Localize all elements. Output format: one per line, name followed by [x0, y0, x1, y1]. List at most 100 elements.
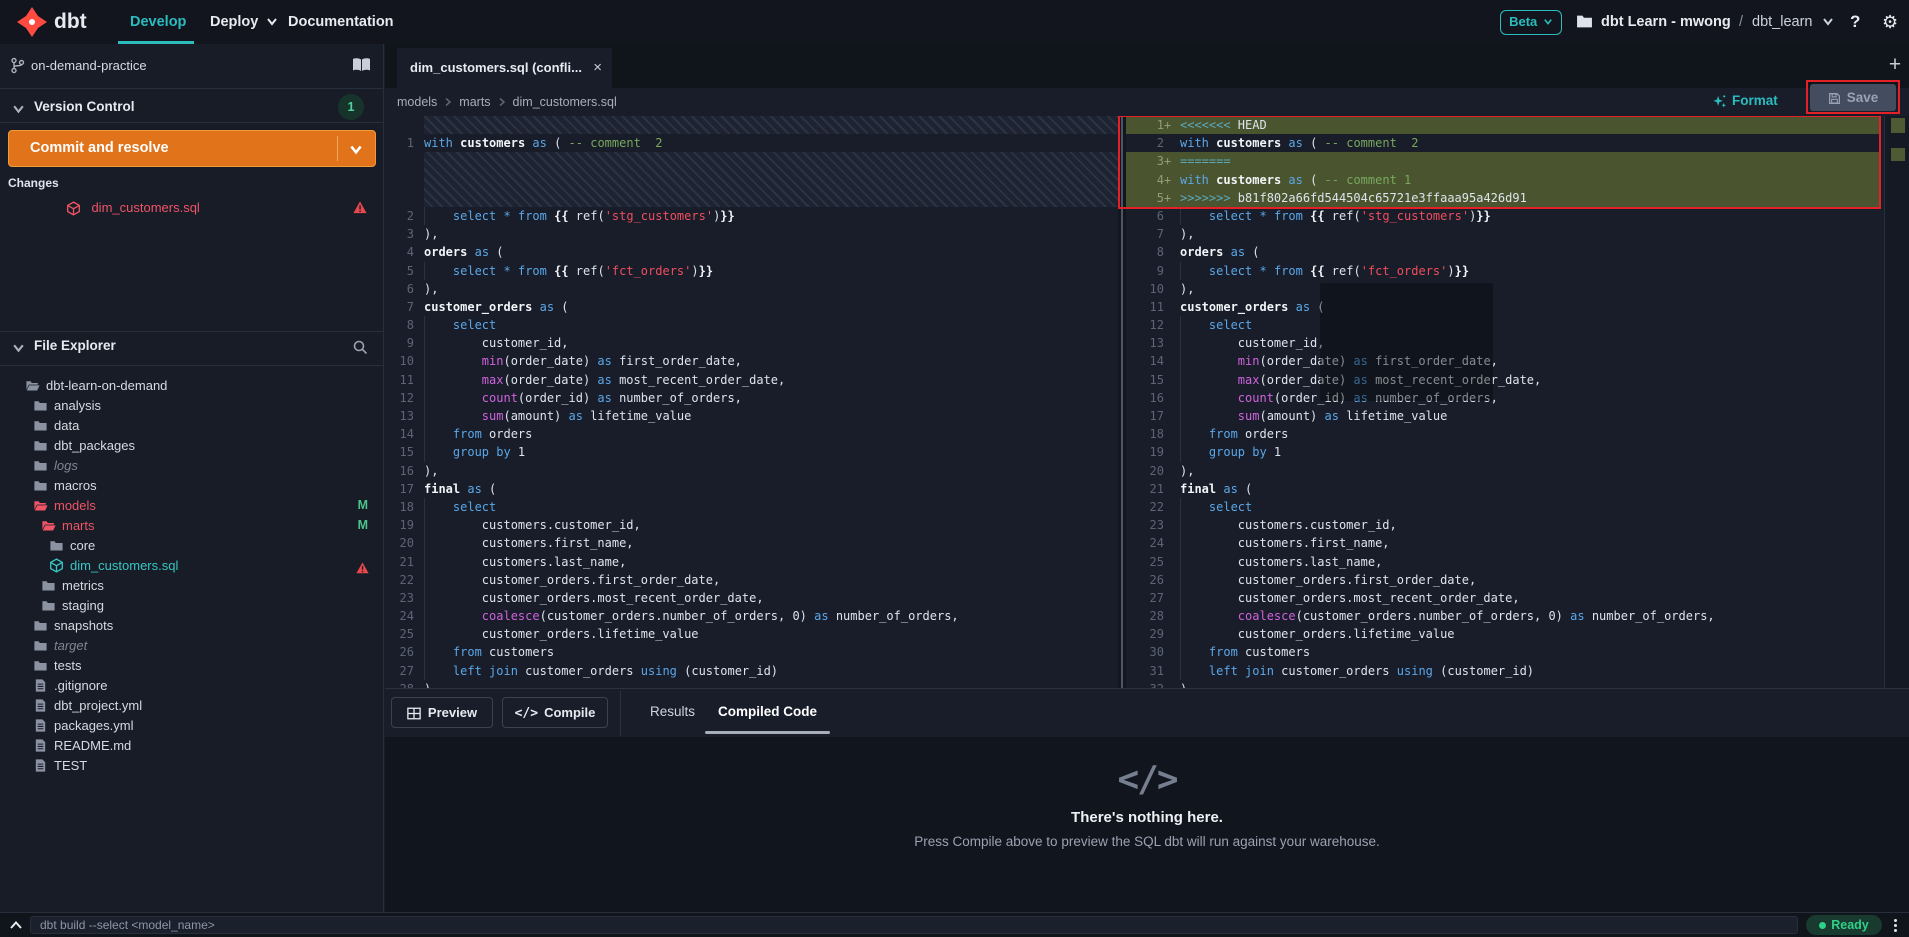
code-line-right-28[interactable]: 28 coalesce(customer_orders.number_of_or… [1126, 607, 1879, 625]
code-line-right-8[interactable]: 8orders as ( [1126, 243, 1879, 261]
code-line-right-11[interactable]: 11customer_orders as ( [1126, 298, 1879, 316]
code-line-right-6[interactable]: 6 select * from {{ ref('stg_customers')}… [1126, 207, 1879, 225]
file-tree-item-dim_customers.sql[interactable]: dim_customers.sql [0, 555, 384, 575]
code-line-right-3[interactable]: 3+======= [1126, 152, 1879, 170]
branch-name[interactable]: on-demand-practice [31, 58, 147, 73]
code-line-left-2[interactable]: 2 select * from {{ ref('stg_customers')}… [385, 207, 1118, 225]
code-line-right-20[interactable]: 20), [1126, 462, 1879, 480]
code-line-left-11[interactable]: 11 max(order_date) as most_recent_order_… [385, 371, 1118, 389]
code-line-right-26[interactable]: 26 customer_orders.first_order_date, [1126, 571, 1879, 589]
file-tree-item-macros[interactable]: macros [0, 475, 384, 495]
file-tree-item-TEST[interactable]: TEST [0, 755, 384, 775]
code-line-right-25[interactable]: 25 customers.last_name, [1126, 553, 1879, 571]
file-tree-item-tests[interactable]: tests [0, 655, 384, 675]
file-tree-item-core[interactable]: core [0, 535, 384, 555]
new-tab-button[interactable]: + [1882, 52, 1908, 78]
format-button[interactable]: Format [1712, 88, 1778, 114]
nav-deploy[interactable]: Deploy [210, 0, 258, 44]
code-line-right-4[interactable]: 4+with customers as ( -- comment 1 [1126, 171, 1879, 189]
code-line-left-12[interactable]: 12 count(order_id) as number_of_orders, [385, 389, 1118, 407]
code-line-right-14[interactable]: 14 min(order_date) as first_order_date, [1126, 352, 1879, 370]
file-tree-item-logs[interactable]: logs [0, 455, 384, 475]
code-line-right-17[interactable]: 17 sum(amount) as lifetime_value [1126, 407, 1879, 425]
code-line-left-26[interactable]: 26 from customers [385, 643, 1118, 661]
code-line-left-13[interactable]: 13 sum(amount) as lifetime_value [385, 407, 1118, 425]
code-line-right-13[interactable]: 13 customer_id, [1126, 334, 1879, 352]
code-line-left-14[interactable]: 14 from orders [385, 425, 1118, 443]
code-line-left-25[interactable]: 25 customer_orders.lifetime_value [385, 625, 1118, 643]
preview-button[interactable]: Preview [391, 697, 493, 728]
code-line-left-4[interactable]: 4orders as ( [385, 243, 1118, 261]
code-line-left-27[interactable]: 27 left join customer_orders using (cust… [385, 662, 1118, 680]
changed-file-row[interactable]: dim_customers.sql [0, 198, 384, 218]
editor-pane-diff[interactable]: 1+<<<<<<< HEAD2with customers as ( -- co… [1126, 116, 1879, 688]
file-tree-item-staging[interactable]: staging [0, 595, 384, 615]
code-line-left-20[interactable]: 20 customers.first_name, [385, 534, 1118, 552]
file-tree-item-data[interactable]: data [0, 415, 384, 435]
file-tree-item-target[interactable]: target [0, 635, 384, 655]
code-line-left-5[interactable]: 5 select * from {{ ref('fct_orders')}} [385, 262, 1118, 280]
file-tree-item-metrics[interactable]: metrics [0, 575, 384, 595]
code-line-left-7[interactable]: 7customer_orders as ( [385, 298, 1118, 316]
compile-button[interactable]: </>Compile [502, 697, 608, 728]
code-line-left-6[interactable]: 6), [385, 280, 1118, 298]
code-line-left-3[interactable]: 3), [385, 225, 1118, 243]
code-line-left-8[interactable]: 8 select [385, 316, 1118, 334]
docs-book-icon[interactable] [352, 57, 371, 73]
version-control-header[interactable]: Version Control [34, 99, 135, 114]
tab-dim-customers[interactable]: dim_customers.sql (confli... × [397, 48, 612, 88]
kebab-menu-icon[interactable] [1890, 917, 1900, 934]
dbt-logo-icon[interactable] [16, 6, 48, 38]
project-name[interactable]: dbt_learn [1752, 0, 1812, 44]
file-tree-item-analysis[interactable]: analysis [0, 395, 384, 415]
code-line-right-2[interactable]: 2with customers as ( -- comment 2 [1126, 134, 1879, 152]
code-line-left-28[interactable]: 28) [385, 680, 1118, 688]
code-line-right-9[interactable]: 9 select * from {{ ref('fct_orders')}} [1126, 262, 1879, 280]
file-tree-item-README.md[interactable]: README.md [0, 735, 384, 755]
chevron-down-icon[interactable] [1822, 17, 1834, 27]
code-line-right-18[interactable]: 18 from orders [1126, 425, 1879, 443]
tab-compiled-code[interactable]: Compiled Code [710, 689, 825, 735]
code-line-right-23[interactable]: 23 customers.customer_id, [1126, 516, 1879, 534]
nav-develop[interactable]: Develop [130, 0, 186, 44]
code-line-right-30[interactable]: 30 from customers [1126, 643, 1879, 661]
code-line-left-23[interactable]: 23 customer_orders.most_recent_order_dat… [385, 589, 1118, 607]
dbt-logo-text[interactable]: dbt [54, 0, 87, 44]
code-line-right-1[interactable]: 1+<<<<<<< HEAD [1126, 116, 1879, 134]
code-line-right-15[interactable]: 15 max(order_date) as most_recent_order_… [1126, 371, 1879, 389]
gear-icon[interactable]: ⚙ [1882, 0, 1898, 44]
code-line-right-7[interactable]: 7), [1126, 225, 1879, 243]
code-line-right-12[interactable]: 12 select [1126, 316, 1879, 334]
save-button[interactable]: Save [1810, 84, 1896, 111]
chevron-down-icon[interactable] [12, 343, 25, 354]
chevron-down-icon[interactable] [349, 144, 363, 156]
breadcrumb-models[interactable]: models [397, 88, 437, 116]
account-name[interactable]: dbt Learn - mwong [1601, 0, 1731, 44]
code-line-right-21[interactable]: 21final as ( [1126, 480, 1879, 498]
code-line-right-29[interactable]: 29 customer_orders.lifetime_value [1126, 625, 1879, 643]
command-input[interactable] [30, 916, 1798, 934]
close-icon[interactable]: × [593, 48, 602, 88]
file-tree-item-snapshots[interactable]: snapshots [0, 615, 384, 635]
code-line-right-24[interactable]: 24 customers.first_name, [1126, 534, 1879, 552]
file-tree-item-packages.yml[interactable]: packages.yml [0, 715, 384, 735]
code-line-left-9[interactable]: 9 customer_id, [385, 334, 1118, 352]
file-tree-item-dbt_packages[interactable]: dbt_packages [0, 435, 384, 455]
code-line-left-19[interactable]: 19 customers.customer_id, [385, 516, 1118, 534]
code-line-right-22[interactable]: 22 select [1126, 498, 1879, 516]
diff-overview-ruler[interactable] [1884, 116, 1909, 688]
code-editor[interactable]: 1with customers as ( -- comment 22 selec… [385, 116, 1909, 688]
file-tree-item-models[interactable]: modelsM [0, 495, 384, 515]
commit-and-resolve-button[interactable]: Commit and resolve [8, 130, 376, 167]
code-line-right-5[interactable]: 5+>>>>>>> b81f802a66fd544504c65721e3ffaa… [1126, 189, 1879, 207]
breadcrumb-file[interactable]: dim_customers.sql [513, 88, 617, 116]
editor-pane-working[interactable]: 1with customers as ( -- comment 22 selec… [385, 116, 1118, 688]
file-tree-item-dbt_project.yml[interactable]: dbt_project.yml [0, 695, 384, 715]
code-line-left-17[interactable]: 17final as ( [385, 480, 1118, 498]
help-icon[interactable]: ? [1850, 0, 1860, 44]
code-line-left-24[interactable]: 24 coalesce(customer_orders.number_of_or… [385, 607, 1118, 625]
breadcrumb-marts[interactable]: marts [459, 88, 490, 116]
chevron-up-icon[interactable] [9, 920, 23, 931]
code-line-right-10[interactable]: 10), [1126, 280, 1879, 298]
beta-badge[interactable]: Beta [1500, 10, 1562, 35]
